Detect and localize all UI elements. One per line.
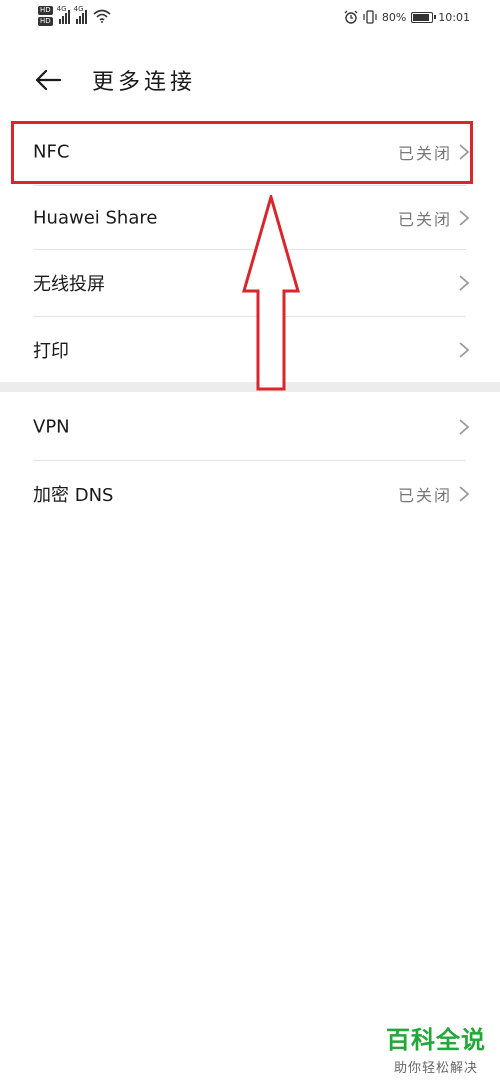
- item-label-vpn: VPN: [33, 416, 70, 438]
- vibrate-icon: [363, 10, 377, 24]
- hd-badge-1: HD: [38, 6, 53, 15]
- signal-icon-sim1: 4G: [56, 5, 70, 24]
- list-item-vpn[interactable]: VPN: [0, 394, 500, 460]
- header: 更多连接: [0, 50, 500, 110]
- item-label-print: 打印: [33, 341, 69, 362]
- network-type-1: 4G: [56, 5, 67, 13]
- hd-badges: HD HD: [38, 6, 53, 26]
- list-item-encrypted-dns[interactable]: 加密 DNS 已关闭: [0, 461, 500, 527]
- battery-icon: [411, 11, 437, 23]
- status-bar: HD HD 4G 4G 80% 10:01: [0, 0, 500, 40]
- item-label-wireless-projection: 无线投屏: [33, 274, 105, 295]
- back-button[interactable]: [26, 58, 70, 102]
- chevron-right-icon: [459, 419, 470, 435]
- watermark-title: 百科全说: [386, 1026, 486, 1054]
- chevron-right-icon: [459, 275, 470, 291]
- alarm-icon: [344, 10, 358, 24]
- watermark-logo: 百科全说 助你轻松解决: [386, 1020, 486, 1076]
- up-arrow-annotation: [242, 195, 300, 391]
- chevron-right-icon: [459, 486, 470, 502]
- item-label-huawei-share: Huawei Share: [33, 207, 158, 229]
- status-right: 80% 10:01: [344, 10, 470, 24]
- battery-percent: 80%: [381, 10, 407, 24]
- back-arrow-icon: [35, 69, 61, 91]
- watermark-subtitle: 助你轻松解决: [393, 1061, 478, 1076]
- item-status-huawei-share: 已关闭: [397, 210, 452, 229]
- wifi-icon: [93, 9, 111, 23]
- chevron-right-icon: [459, 342, 470, 358]
- hd-badge-2: HD: [38, 17, 53, 26]
- highlight-box: [11, 121, 473, 184]
- item-status-encrypted-dns: 已关闭: [397, 486, 452, 505]
- status-left: HD HD 4G 4G: [38, 5, 111, 26]
- page-title: 更多连接: [92, 70, 197, 95]
- item-label-encrypted-dns: 加密 DNS: [33, 485, 114, 506]
- chevron-right-icon: [459, 210, 470, 226]
- signal-icon-sim2: 4G: [73, 5, 87, 24]
- clock: 10:01: [438, 10, 470, 24]
- network-type-2: 4G: [73, 5, 84, 13]
